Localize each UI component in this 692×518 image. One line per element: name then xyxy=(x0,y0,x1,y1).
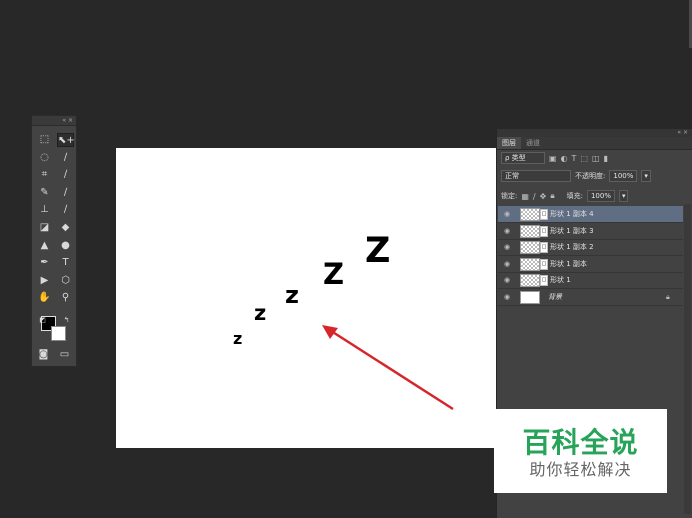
layer-thumbnail[interactable] xyxy=(520,291,540,304)
type-filter-icon[interactable]: T xyxy=(572,154,577,163)
visibility-eye-icon[interactable]: ◉ xyxy=(504,256,510,272)
clone-stamp-tool-icon[interactable]: ⊥ xyxy=(36,203,53,217)
watermark-subtitle: 助你轻松解决 xyxy=(529,460,632,479)
adjustment-filter-icon[interactable]: ◐ xyxy=(561,154,568,163)
blur-tool-icon[interactable]: ▲ xyxy=(36,239,53,253)
layer-row[interactable]: ◉ □ 形状 1 副本 xyxy=(498,256,683,273)
visibility-eye-icon[interactable]: ◉ xyxy=(504,239,510,255)
fill-dropdown-icon[interactable]: ▾ xyxy=(618,190,629,202)
blend-mode-select[interactable]: 正常 xyxy=(501,170,571,182)
shape-tool-icon[interactable]: ⬡ xyxy=(57,274,74,288)
eyedropper-tool-icon[interactable]: ∕ xyxy=(57,168,74,182)
vector-mask-icon: □ xyxy=(540,209,548,220)
lock-label: 锁定: xyxy=(501,192,518,200)
document-canvas[interactable]: z z z Z Z xyxy=(116,148,498,448)
crop-tool-icon[interactable]: ⌗ xyxy=(36,168,53,182)
layer-thumbnail[interactable] xyxy=(520,241,540,255)
marquee-tool-icon[interactable]: ⬚ xyxy=(36,133,53,147)
path-select-tool-icon[interactable]: ▶ xyxy=(36,274,53,288)
tools-panel: « × ⬚ ⬉+ ◌ ∕ ⌗ ∕ ✎ ∕ ⊥ ∕ ◪ ◆ ▲ ● ✒ T ▶ ⬡ ✋ ⚲ ◩ ↰ ◙ ▭ xyxy=(31,115,77,367)
fill-input[interactable]: 100% xyxy=(586,190,615,202)
layer-name: 形状 1 副本 2 xyxy=(550,243,594,252)
watermark-logo: 百科全说 助你轻松解决 xyxy=(494,409,667,493)
layer-name: 形状 1 副本 4 xyxy=(550,210,594,218)
layer-lock-icon: 🔒︎ xyxy=(666,293,670,301)
vector-mask-icon: □ xyxy=(540,225,548,237)
image-filter-icon[interactable]: ▣ xyxy=(549,154,557,163)
layer-thumbnail[interactable] xyxy=(520,274,540,288)
filter-toggle-icon[interactable]: ▮ xyxy=(604,154,608,163)
vector-mask-icon: □ xyxy=(540,258,548,270)
dodge-tool-icon[interactable]: ● xyxy=(57,239,74,253)
quick-mask-icon[interactable]: ◙ xyxy=(35,348,52,362)
tab-layers[interactable]: 图层 xyxy=(497,137,521,149)
vector-mask-icon: □ xyxy=(540,275,548,287)
layers-scrollbar[interactable] xyxy=(684,204,691,514)
screen-mode-icon[interactable]: ▭ xyxy=(56,348,73,362)
tab-channels[interactable]: 通道 xyxy=(521,137,545,149)
opacity-label: 不透明度: xyxy=(575,172,606,180)
visibility-eye-icon[interactable]: ◉ xyxy=(504,223,510,239)
move-tool-icon[interactable]: ⬉+ xyxy=(57,133,75,147)
layer-name: 背景 xyxy=(548,293,562,301)
lock-transparent-icon[interactable]: ▦ xyxy=(521,192,529,201)
default-colors-icon[interactable]: ◩ xyxy=(34,313,51,327)
shape-filter-icon[interactable]: ⬚ xyxy=(580,154,588,163)
brush-tool-icon[interactable]: ∕ xyxy=(57,186,74,200)
layer-name: 形状 1 xyxy=(550,276,571,285)
lock-position-icon[interactable]: ✥ xyxy=(540,192,547,201)
layer-name: 形状 1 副本 xyxy=(550,259,587,268)
healing-brush-tool-icon[interactable]: ✎ xyxy=(36,186,53,200)
opacity-dropdown-icon[interactable]: ▾ xyxy=(641,170,651,182)
zoom-tool-icon[interactable]: ⚲ xyxy=(57,291,74,305)
red-arrow-annotation xyxy=(322,325,454,411)
layer-row[interactable]: ◉ □ 形状 1 副本 3 xyxy=(498,223,683,240)
visibility-eye-icon[interactable]: ◉ xyxy=(504,289,510,305)
fill-label: 填充: xyxy=(566,192,583,200)
layer-row[interactable]: ◉ □ 形状 1 副本 2 xyxy=(498,239,683,257)
visibility-eye-icon[interactable]: ◉ xyxy=(504,206,510,222)
lock-all-icon[interactable]: 🔒︎ xyxy=(550,191,554,201)
layer-thumbnail[interactable] xyxy=(520,257,540,271)
visibility-eye-icon[interactable]: ◉ xyxy=(504,272,510,288)
type-tool-icon[interactable]: T xyxy=(57,256,74,270)
tools-panel-header[interactable]: « × xyxy=(32,116,76,126)
layer-row[interactable]: ◉ □ 形状 1 副本 4 xyxy=(498,206,683,223)
lasso-tool-icon[interactable]: ◌ xyxy=(36,151,53,165)
lock-pixels-icon[interactable]: ∕ xyxy=(533,192,536,201)
watermark-title: 百科全说 xyxy=(522,426,639,459)
layer-thumbnail[interactable] xyxy=(520,224,540,238)
layers-panel-header[interactable]: « × xyxy=(497,129,692,137)
history-brush-tool-icon[interactable]: ∕ xyxy=(57,203,74,217)
vector-mask-icon: □ xyxy=(540,242,548,254)
smart-object-filter-icon[interactable]: ◫ xyxy=(592,154,600,163)
quick-select-tool-icon[interactable]: ∕ xyxy=(57,151,74,165)
paint-bucket-tool-icon[interactable]: ◆ xyxy=(57,221,74,235)
background-color-swatch[interactable] xyxy=(51,326,66,341)
swap-colors-icon[interactable]: ↰ xyxy=(58,313,75,327)
eraser-tool-icon[interactable]: ◪ xyxy=(36,221,53,235)
pen-tool-icon[interactable]: ✒ xyxy=(36,256,53,270)
layer-row[interactable]: ◉ 背景 🔒︎ xyxy=(498,289,683,306)
layer-filter-select[interactable]: ρ 类型 xyxy=(501,152,545,164)
layer-name: 形状 1 副本 3 xyxy=(550,226,594,235)
layer-row[interactable]: ◉ □ 形状 1 xyxy=(498,272,683,290)
layer-thumbnail[interactable] xyxy=(520,208,540,221)
hand-tool-icon[interactable]: ✋ xyxy=(36,291,53,305)
opacity-input[interactable]: 100% xyxy=(609,170,638,182)
